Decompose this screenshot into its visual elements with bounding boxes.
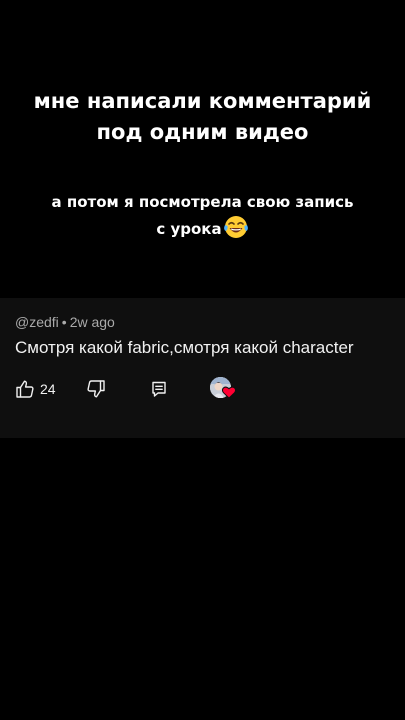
thumbs-down-icon	[87, 380, 105, 398]
comment-actions: 24	[0, 374, 405, 404]
comment-text: Смотря какой fabric,смотря какой charact…	[15, 338, 354, 357]
reply-icon	[152, 381, 166, 397]
thumbs-up-icon	[16, 380, 34, 398]
caption-subtitle-line-2: с урока	[156, 220, 222, 238]
comment-author[interactable]: @zedfi	[15, 314, 59, 330]
laughing-tears-emoji-icon	[223, 216, 248, 238]
reply-button[interactable]	[150, 374, 168, 404]
creator-heart[interactable]	[210, 376, 238, 402]
caption-subtitle-line-1: а потом я посмотрела свою запись	[51, 193, 354, 211]
like-button[interactable]: 24	[15, 374, 56, 404]
caption-title-line-2: под одним видео	[96, 120, 309, 144]
caption-subtitle-line-2-wrap: с урока	[0, 214, 405, 241]
comment-meta: @zedfi • 2w ago	[15, 314, 115, 330]
like-count: 24	[40, 381, 56, 397]
comment-card[interactable]: @zedfi • 2w ago Смотря какой fabric,смотря…	[0, 298, 405, 438]
video-caption-subtitle: а потом я посмотрела свою запись с урока	[0, 190, 405, 241]
meta-separator: •	[61, 314, 67, 330]
heart-icon	[222, 386, 236, 399]
dislike-button[interactable]	[86, 374, 106, 404]
comment-timestamp: 2w ago	[69, 314, 115, 330]
video-caption-title: мне написали комментарий под одним видео	[0, 86, 405, 148]
caption-title-line-1: мне написали комментарий	[33, 89, 372, 113]
